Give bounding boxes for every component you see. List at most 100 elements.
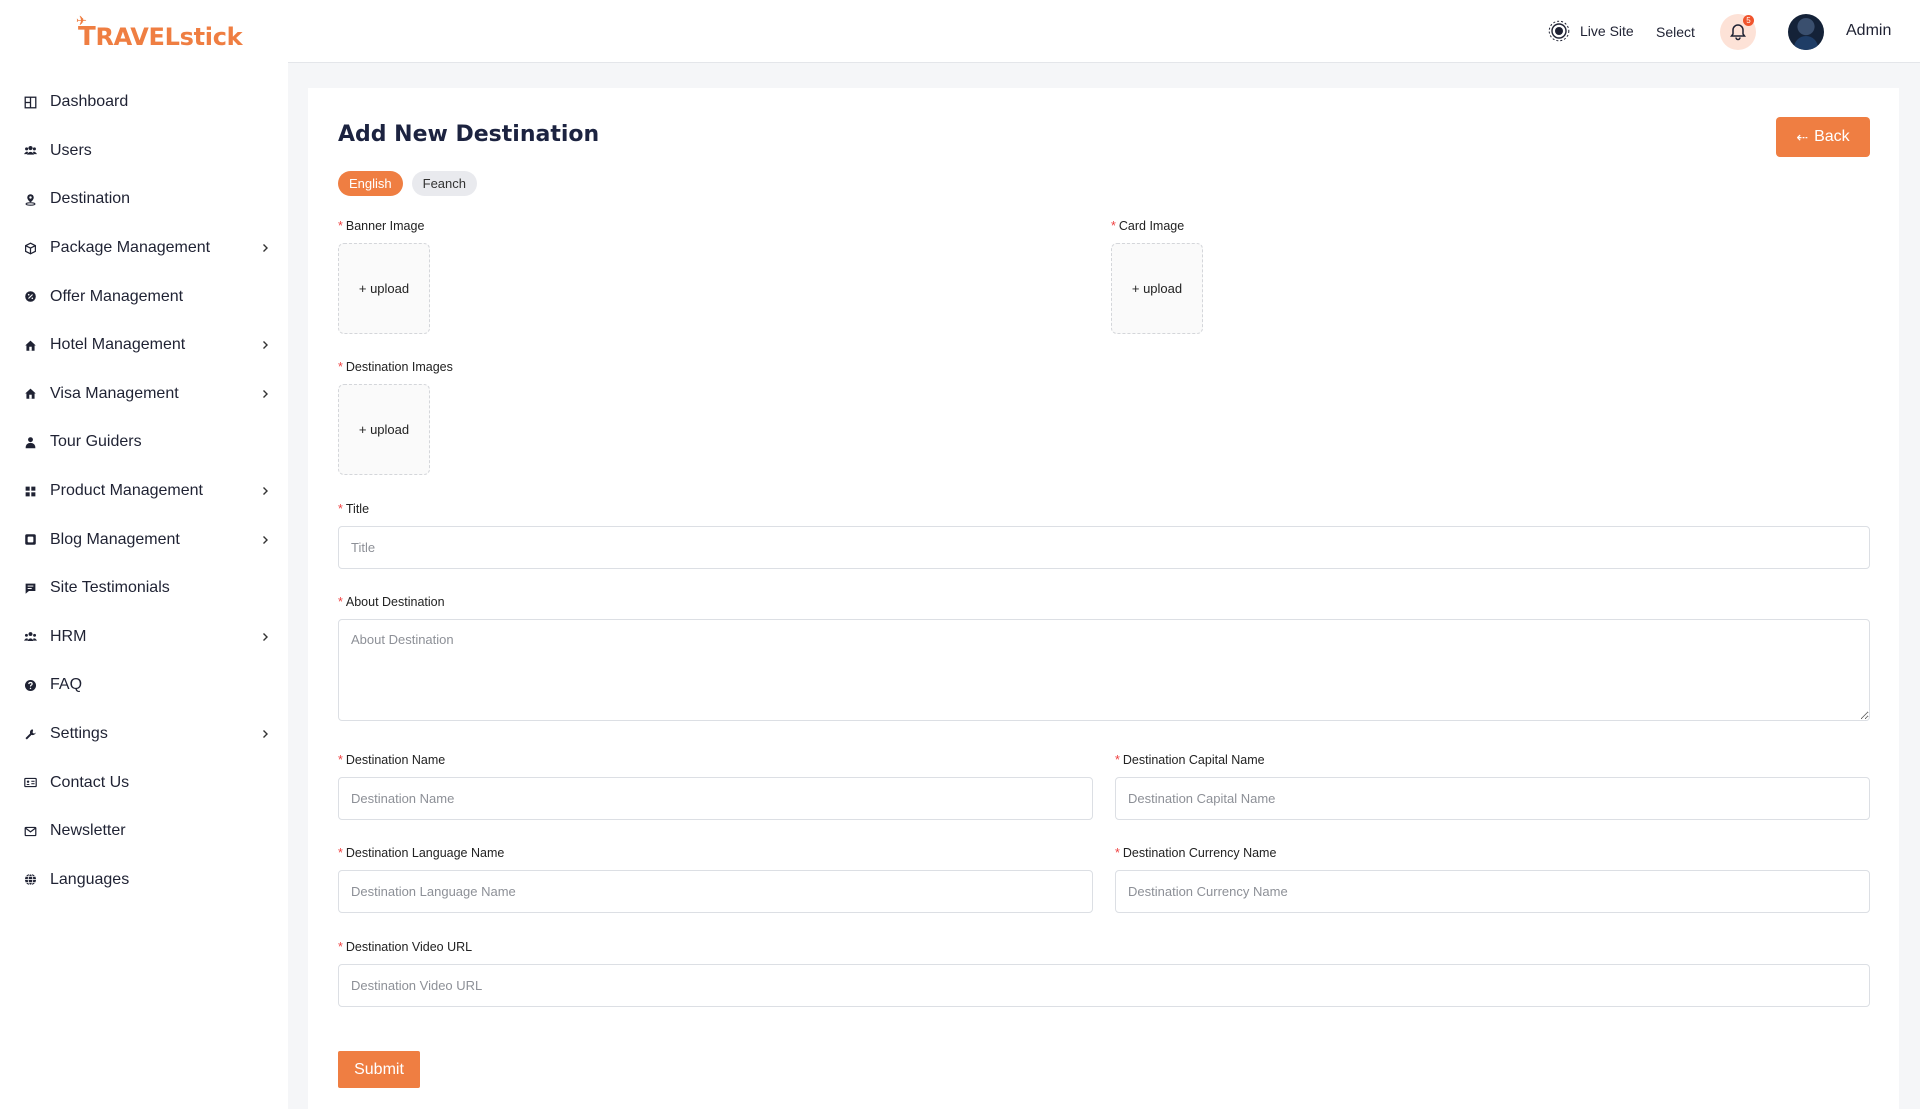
destination-images-upload[interactable]: + upload bbox=[338, 384, 430, 475]
contact-card-icon bbox=[22, 775, 38, 791]
sidebar-item-label: Product Management bbox=[50, 482, 203, 500]
destination-capital-label-text: Destination Capital Name bbox=[1122, 753, 1265, 767]
destination-video-url-label: * Destination Video URL bbox=[338, 940, 472, 954]
chevron-right-icon bbox=[263, 389, 268, 398]
tab-english[interactable]: English bbox=[338, 171, 403, 196]
package-icon bbox=[22, 240, 38, 256]
team-icon bbox=[22, 629, 38, 645]
language-tabs: English Feanch bbox=[338, 171, 486, 196]
banner-image-label: * Banner Image bbox=[338, 219, 424, 233]
destination-capital-input[interactable] bbox=[1115, 777, 1870, 820]
sidebar-item-label: Contact Us bbox=[50, 773, 130, 791]
destination-language-input[interactable] bbox=[338, 870, 1093, 913]
chevron-right-icon bbox=[263, 535, 268, 544]
destination-video-url-input[interactable] bbox=[338, 964, 1870, 1007]
sidebar-item-label: HRM bbox=[50, 627, 87, 645]
back-button[interactable]: ⇠ Back bbox=[1776, 117, 1870, 157]
dashboard-icon bbox=[22, 94, 38, 110]
chevron-right-icon bbox=[263, 341, 268, 350]
sidebar-item-users[interactable]: Users bbox=[0, 127, 288, 176]
sidebar-item-dashboard[interactable]: Dashboard bbox=[0, 78, 288, 127]
sidebar-item-offer-management[interactable]: Offer Management bbox=[0, 272, 288, 321]
destination-language-label-text: Destination Language Name bbox=[345, 846, 505, 860]
sidebar-item-visa-management[interactable]: Visa Management bbox=[0, 370, 288, 419]
about-destination-textarea[interactable] bbox=[338, 619, 1870, 721]
banner-image-upload[interactable]: + upload bbox=[338, 243, 430, 334]
banner-image-label-text: Banner Image bbox=[345, 219, 425, 233]
required-mark: * bbox=[1115, 753, 1120, 767]
page-title: Add New Destination bbox=[338, 122, 600, 147]
required-mark: * bbox=[338, 940, 343, 954]
sidebar-item-languages[interactable]: Languages bbox=[0, 856, 288, 905]
sidebar-item-hotel-management[interactable]: Hotel Management bbox=[0, 321, 288, 370]
destination-images-label: * Destination Images bbox=[338, 360, 453, 374]
destination-currency-label: * Destination Currency Name bbox=[1115, 846, 1276, 860]
sidebar-item-settings[interactable]: Settings bbox=[0, 710, 288, 759]
required-mark: * bbox=[338, 595, 343, 609]
required-mark: * bbox=[1111, 219, 1116, 233]
back-button-label: Back bbox=[1814, 128, 1850, 145]
card-image-upload[interactable]: + upload bbox=[1111, 243, 1203, 334]
sidebar-item-label: Languages bbox=[50, 870, 130, 888]
required-mark: * bbox=[338, 846, 343, 860]
blog-icon bbox=[22, 532, 38, 548]
live-site-button[interactable]: Live Site bbox=[1548, 20, 1634, 42]
sidebar-item-label: Site Testimonials bbox=[50, 579, 170, 597]
add-destination-form: Add New Destination ⇠ Back English Feanch… bbox=[308, 88, 1899, 1109]
sidebar-item-newsletter[interactable]: Newsletter bbox=[0, 807, 288, 856]
bell-icon bbox=[1730, 24, 1746, 41]
destination-images-label-text: Destination Images bbox=[345, 360, 453, 374]
required-mark: * bbox=[338, 502, 343, 516]
sidebar-item-label: FAQ bbox=[50, 676, 83, 694]
sidebar-item-label: Hotel Management bbox=[50, 336, 186, 354]
sidebar-nav: Dashboard Users Destination Package Mana… bbox=[0, 78, 288, 904]
submit-button[interactable]: Submit bbox=[338, 1051, 420, 1088]
sidebar-item-label: Blog Management bbox=[50, 530, 180, 548]
sidebar-item-label: Settings bbox=[50, 725, 108, 743]
live-site-icon bbox=[1548, 20, 1570, 42]
chevron-right-icon bbox=[263, 244, 268, 253]
sidebar-item-label: Package Management bbox=[50, 239, 211, 257]
sidebar-item-blog-management[interactable]: Blog Management bbox=[0, 515, 288, 564]
logo-text-stick: stick bbox=[179, 23, 243, 51]
sidebar-item-product-management[interactable]: Product Management bbox=[0, 467, 288, 516]
title-label: * Title bbox=[338, 502, 369, 516]
chevron-right-icon bbox=[263, 487, 268, 496]
users-icon bbox=[22, 143, 38, 159]
destination-name-input[interactable] bbox=[338, 777, 1093, 820]
comment-icon bbox=[22, 580, 38, 596]
card-image-label: * Card Image bbox=[1111, 219, 1184, 233]
avatar[interactable] bbox=[1788, 14, 1824, 50]
destination-name-label: * Destination Name bbox=[338, 753, 445, 767]
grid-icon bbox=[22, 483, 38, 499]
destination-currency-label-text: Destination Currency Name bbox=[1122, 846, 1277, 860]
required-mark: * bbox=[338, 219, 343, 233]
plane-icon: ✈ bbox=[76, 14, 87, 29]
sidebar-item-label: Users bbox=[50, 141, 92, 159]
tab-french[interactable]: Feanch bbox=[411, 171, 478, 196]
sidebar-item-site-testimonials[interactable]: Site Testimonials bbox=[0, 564, 288, 613]
question-icon bbox=[22, 677, 38, 693]
sidebar-item-contact-us[interactable]: Contact Us bbox=[0, 758, 288, 807]
sidebar-item-package-management[interactable]: Package Management bbox=[0, 224, 288, 273]
sidebar-item-label: Visa Management bbox=[50, 384, 179, 402]
notification-count-badge: 5 bbox=[1743, 15, 1754, 26]
destination-capital-label: * Destination Capital Name bbox=[1115, 753, 1265, 767]
sidebar-item-faq[interactable]: FAQ bbox=[0, 661, 288, 710]
destination-currency-input[interactable] bbox=[1115, 870, 1870, 913]
required-mark: * bbox=[1115, 846, 1120, 860]
language-select[interactable]: Select bbox=[1656, 24, 1695, 40]
hotel-icon bbox=[22, 337, 38, 353]
sidebar-item-destination[interactable]: Destination bbox=[0, 175, 288, 224]
sidebar-item-label: Tour Guiders bbox=[50, 433, 142, 451]
title-input[interactable] bbox=[338, 526, 1870, 569]
wrench-icon bbox=[22, 726, 38, 742]
required-mark: * bbox=[338, 753, 343, 767]
app-logo[interactable]: ✈ TRAVELstick bbox=[76, 14, 243, 52]
guide-icon bbox=[22, 434, 38, 450]
sidebar-item-hrm[interactable]: HRM bbox=[0, 613, 288, 662]
sidebar-item-tour-guiders[interactable]: Tour Guiders bbox=[0, 418, 288, 467]
destination-language-label: * Destination Language Name bbox=[338, 846, 504, 860]
visa-icon bbox=[22, 386, 38, 402]
user-name[interactable]: Admin bbox=[1846, 22, 1891, 40]
